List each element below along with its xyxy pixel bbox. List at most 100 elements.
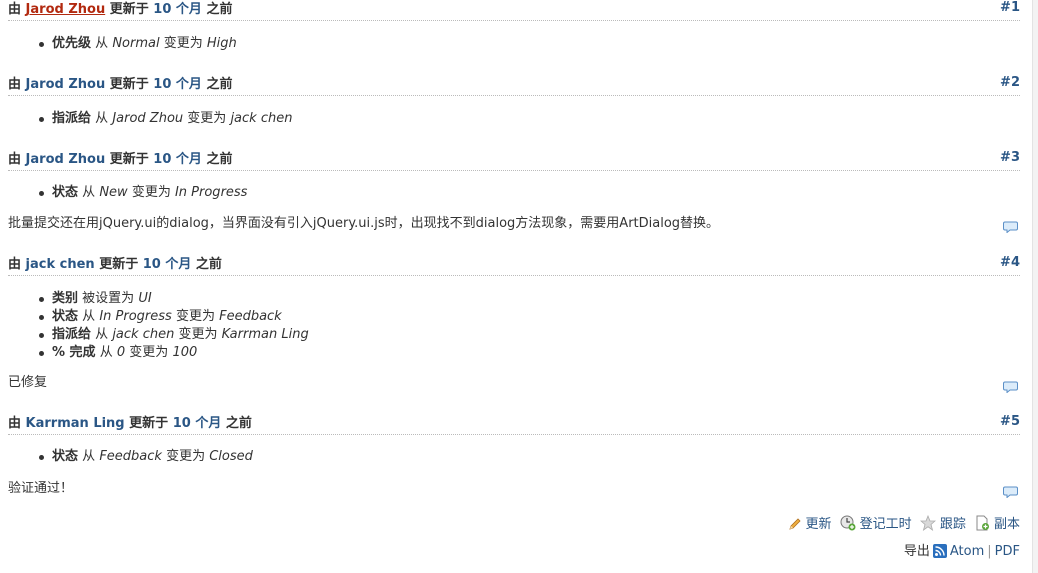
detail-new-value: jack chen [230,111,293,126]
detail-old-value: Feedback [99,449,162,464]
star-icon [919,514,936,531]
detail-verb2: 变更为 [178,327,218,342]
detail-item: 状态 从 In Progress 变更为 Feedback [38,308,1020,326]
journal-entry: 由 Jarod Zhou 更新于 10 个月 之前 #2 指派给 从 Jarod… [8,75,1020,128]
journal-by: 由 [8,2,22,17]
vertical-scrollbar[interactable] [1032,0,1038,573]
detail-verb2: 变更为 [129,345,169,360]
journal-number-link[interactable]: #2 [1000,73,1020,93]
journal-details: 优先级 从 Normal 变更为 High [8,35,1020,53]
journal-number-link[interactable]: #4 [1000,253,1020,273]
export-separator: | [987,544,992,559]
detail-verb2: 变更为 [175,309,215,324]
detail-verb: 从 [95,36,109,51]
detail-item: 指派给 从 jack chen 变更为 Karrman Ling [38,326,1020,344]
detail-field: 状态 [52,185,79,200]
detail-field: 优先级 [52,36,92,51]
journal-ago-suffix: 之前 [206,77,233,92]
detail-new-value: 100 [172,345,198,360]
journal-entry: 由 Karrman Ling 更新于 10 个月 之前 #5 状态 从 Feed… [8,414,1020,466]
journal-by: 由 [8,257,22,272]
detail-old-value: In Progress [99,309,172,324]
journal-time-link[interactable]: 10 个月 [153,2,202,17]
journal-details: 类别 被设置为 UI 状态 从 In Progress 变更为 Feedback… [8,290,1020,362]
update-action[interactable]: 更新 [788,516,832,534]
journal-updated: 更新于 [109,2,149,17]
quote-comment-icon[interactable] [1003,381,1018,393]
detail-verb: 从 [95,327,109,342]
journal-author-link[interactable]: Karrman Ling [26,416,125,431]
pencil-icon [788,518,801,530]
journal-number-link[interactable]: #5 [1000,412,1020,432]
atom-export-link[interactable]: Atom [950,544,984,559]
journal-details: 状态 从 Feedback 变更为 Closed [8,448,1020,466]
watch-link[interactable]: 跟踪 [940,517,966,532]
detail-old-value: Jarod Zhou [112,111,184,126]
copy-page-icon [976,515,989,531]
journal-ago-suffix: 之前 [225,416,252,431]
detail-old-value: UI [138,291,152,306]
journal-note: 已修复 [8,375,48,390]
journal-entry: 由 Jarod Zhou 更新于 10 个月 之前 #1 优先级 从 Norma… [8,0,1020,53]
journal-updated: 更新于 [129,416,169,431]
detail-verb: 从 [95,111,109,126]
journal-author-link[interactable]: Jarod Zhou [26,2,106,17]
journal-time-link[interactable]: 10 个月 [173,416,222,431]
detail-item: 优先级 从 Normal 变更为 High [38,35,1020,53]
log-time-action[interactable]: 登记工时 [840,515,912,534]
detail-verb: 从 [99,345,113,360]
pdf-export-link[interactable]: PDF [995,544,1020,559]
detail-item: % 完成 从 0 变更为 100 [38,344,1020,362]
watch-action[interactable]: 跟踪 [919,514,966,534]
detail-field: 类别 [52,291,79,306]
quote-comment-icon[interactable] [1003,221,1018,233]
journal-time-link[interactable]: 10 个月 [153,152,202,167]
journal-entry: 由 jack chen 更新于 10 个月 之前 #4 类别 被设置为 UI 状… [8,255,1020,362]
journal-header: 由 Jarod Zhou 更新于 10 个月 之前 #2 [8,75,1020,96]
detail-verb: 从 [82,449,96,464]
journal-ago-suffix: 之前 [206,152,233,167]
detail-old-value: New [99,185,128,200]
detail-old-value: jack chen [112,327,175,342]
journal-details: 状态 从 New 变更为 In Progress [8,184,1020,202]
journal-ago-suffix: 之前 [206,2,233,17]
detail-old-value: 0 [116,345,126,360]
copy-link[interactable]: 副本 [994,517,1020,532]
update-link[interactable]: 更新 [806,517,832,532]
detail-field: 指派给 [52,327,92,342]
journal-header: 由 Karrman Ling 更新于 10 个月 之前 #5 [8,414,1020,435]
journal-updated: 更新于 [109,152,149,167]
journal-time-link[interactable]: 10 个月 [153,77,202,92]
journal-author-link[interactable]: Jarod Zhou [26,152,106,167]
detail-old-value: Normal [112,36,160,51]
detail-verb: 被设置为 [82,291,135,306]
journal-number-link[interactable]: #3 [1000,148,1020,168]
journal-header: 由 Jarod Zhou 更新于 10 个月 之前 #1 [8,0,1020,21]
journal-ago-suffix: 之前 [195,257,222,272]
detail-verb: 从 [82,185,96,200]
detail-field: 状态 [52,449,79,464]
detail-new-value: Karrman Ling [221,327,309,342]
detail-new-value: Feedback [219,309,282,324]
journal-by: 由 [8,152,22,167]
detail-verb2: 变更为 [131,185,171,200]
detail-field: 指派给 [52,111,92,126]
journal-entry: 由 Jarod Zhou 更新于 10 个月 之前 #3 状态 从 New 变更… [8,150,1020,202]
detail-item: 状态 从 Feedback 变更为 Closed [38,448,1020,466]
journal-header: 由 Jarod Zhou 更新于 10 个月 之前 #3 [8,150,1020,171]
journal-by: 由 [8,77,22,92]
detail-field: 状态 [52,309,79,324]
journal-number-link[interactable]: #1 [1000,0,1020,18]
issue-history-page: 由 Jarod Zhou 更新于 10 个月 之前 #1 优先级 从 Norma… [0,0,1038,573]
clock-add-icon [840,515,856,531]
journal-author-link[interactable]: jack chen [26,257,95,272]
journal-author-link[interactable]: Jarod Zhou [26,77,106,92]
journal-time-link[interactable]: 10 个月 [143,257,192,272]
journal-by: 由 [8,416,22,431]
log-time-link[interactable]: 登记工时 [860,517,912,532]
quote-comment-icon[interactable] [1003,486,1018,498]
copy-action[interactable]: 副本 [974,515,1020,534]
export-formats: 导出 Atom | PDF [904,543,1020,561]
journal-details: 指派给 从 Jarod Zhou 变更为 jack chen [8,110,1020,128]
journal-note: 批量提交还在用jQuery.ui的dialog，当界面没有引入jQuery.ui… [8,216,720,231]
